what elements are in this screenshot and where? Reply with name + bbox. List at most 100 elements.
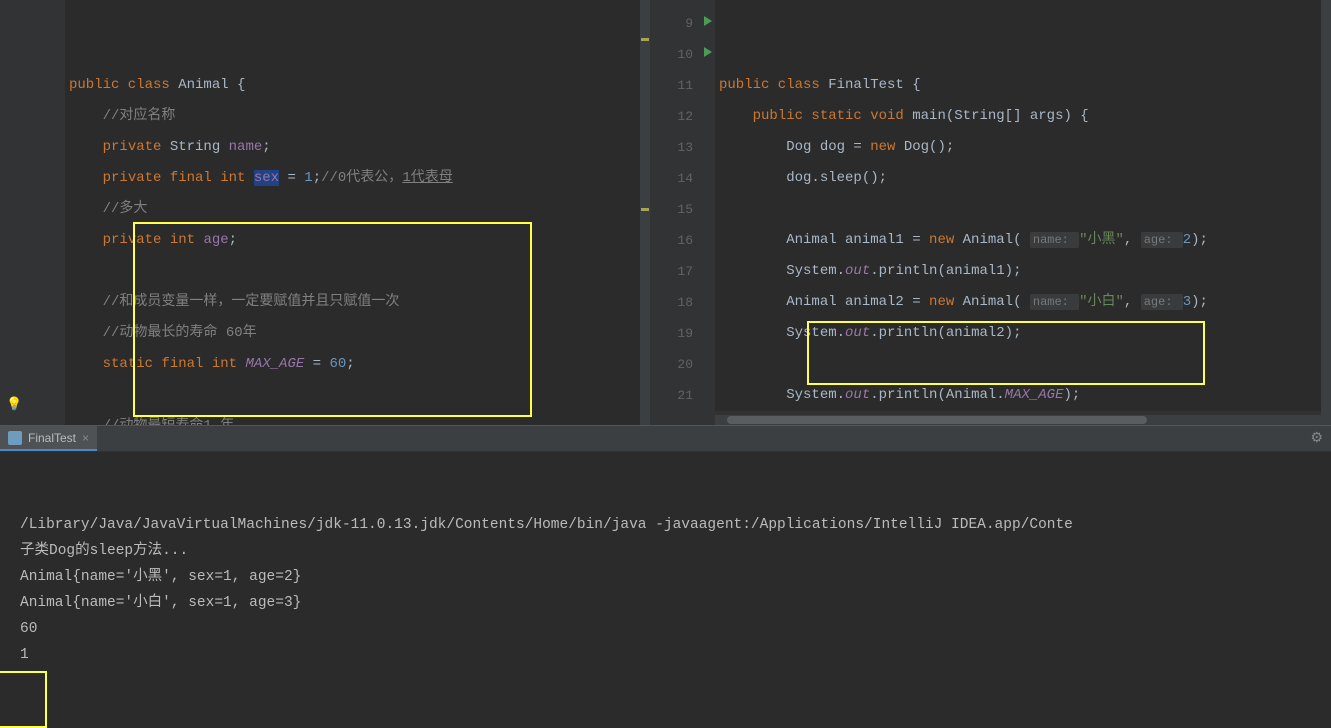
code-token: dog.sleep();: [719, 170, 887, 186]
code-token: .println(animal2);: [870, 325, 1021, 341]
code-line[interactable]: static final int MAX_AGE = 60;: [65, 349, 650, 380]
code-token: System.: [719, 387, 845, 403]
code-line[interactable]: private int age;: [65, 225, 650, 256]
gutter-line[interactable]: [0, 101, 65, 132]
code-line[interactable]: [65, 256, 650, 287]
code-token: [69, 356, 103, 372]
code-token: [69, 108, 103, 124]
code-token: String: [170, 139, 229, 155]
gutter-line[interactable]: 15: [650, 194, 715, 225]
code-line[interactable]: //动物最短寿命1 年: [65, 411, 650, 425]
right-code[interactable]: public class FinalTest { public static v…: [715, 0, 1331, 425]
scrollbar-left[interactable]: [640, 0, 650, 425]
left-code[interactable]: public class Animal { //对应名称 private Str…: [65, 0, 650, 425]
code-line[interactable]: [715, 194, 1331, 225]
editor-area: 💡 public class Animal { //对应名称 private S…: [0, 0, 1331, 425]
gutter-line[interactable]: [0, 132, 65, 163]
highlight-box-console: [0, 671, 47, 728]
code-token: ;: [313, 170, 321, 186]
code-line[interactable]: [715, 349, 1331, 380]
code-token: Dog();: [904, 139, 954, 155]
code-token: [69, 325, 103, 341]
code-line[interactable]: private String name;: [65, 132, 650, 163]
gutter-line[interactable]: [0, 194, 65, 225]
code-line[interactable]: //多大: [65, 194, 650, 225]
code-line[interactable]: Animal animal2 = new Animal( name: "小白",…: [715, 287, 1331, 318]
gutter-line[interactable]: 21: [650, 380, 715, 411]
left-gutter: 💡: [0, 0, 65, 425]
gutter-line[interactable]: [0, 163, 65, 194]
code-line[interactable]: public static void main(String[] args) {: [715, 101, 1331, 132]
code-token: private int: [103, 232, 204, 248]
code-token: .println(animal1);: [870, 263, 1021, 279]
code-token: System.: [719, 263, 845, 279]
gutter-line[interactable]: 9: [650, 8, 715, 39]
console-line: Animal{name='小白', sex=1, age=3}: [20, 590, 1311, 616]
code-token: age:: [1141, 294, 1183, 310]
code-line[interactable]: //对应名称: [65, 101, 650, 132]
code-token: Animal animal1 =: [719, 232, 929, 248]
gutter-line[interactable]: 17: [650, 256, 715, 287]
code-token: "小白": [1079, 294, 1124, 310]
code-token: Animal(: [963, 294, 1030, 310]
console-output[interactable]: /Library/Java/JavaVirtualMachines/jdk-11…: [0, 452, 1331, 728]
code-token: Animal {: [178, 77, 245, 93]
code-token: Animal(: [963, 232, 1030, 248]
gutter-line[interactable]: [0, 8, 65, 39]
code-token: 1代表母: [402, 170, 452, 186]
run-icon[interactable]: [704, 47, 712, 57]
close-icon[interactable]: ×: [82, 431, 89, 445]
gutter-line[interactable]: [0, 225, 65, 256]
code-line[interactable]: dog.sleep();: [715, 163, 1331, 194]
console-tab-finaltest[interactable]: FinalTest ×: [0, 426, 97, 451]
run-icon[interactable]: [704, 16, 712, 26]
gutter-line[interactable]: [0, 287, 65, 318]
code-token: [69, 201, 103, 217]
code-line[interactable]: System.out.println(Animal.MAX_AGE);: [715, 380, 1331, 411]
gutter-line[interactable]: 10: [650, 39, 715, 70]
hscroll-right[interactable]: [715, 415, 1331, 425]
gutter-line[interactable]: 💡: [0, 380, 65, 411]
editor-left-pane: 💡 public class Animal { //对应名称 private S…: [0, 0, 650, 425]
code-line[interactable]: private final int sex = 1;//0代表公，1代表母: [65, 163, 650, 194]
code-token: out: [845, 387, 870, 403]
code-token: private: [103, 139, 170, 155]
gutter-line[interactable]: 18: [650, 287, 715, 318]
code-line[interactable]: Animal animal1 = new Animal( name: "小黑",…: [715, 225, 1331, 256]
bulb-icon[interactable]: 💡: [6, 389, 22, 420]
code-token: main: [912, 108, 946, 124]
gutter-line[interactable]: 12: [650, 101, 715, 132]
gutter-line[interactable]: 13: [650, 132, 715, 163]
gear-icon[interactable]: ⚙: [1310, 430, 1323, 447]
gutter-line[interactable]: [0, 39, 65, 70]
code-token: 3: [1183, 294, 1191, 310]
code-token: (String[] args) {: [946, 108, 1089, 124]
gutter-line[interactable]: 16: [650, 225, 715, 256]
code-token: new: [929, 232, 963, 248]
code-token: [69, 418, 103, 425]
code-token: age:: [1141, 232, 1183, 248]
gutter-line[interactable]: [0, 318, 65, 349]
gutter-line[interactable]: [0, 349, 65, 380]
gutter-line[interactable]: 14: [650, 163, 715, 194]
code-line[interactable]: public class Animal {: [65, 70, 650, 101]
gutter-line[interactable]: 19: [650, 318, 715, 349]
code-token: =: [279, 170, 304, 186]
gutter-line[interactable]: 20: [650, 349, 715, 380]
code-line[interactable]: [65, 380, 650, 411]
code-line[interactable]: //动物最长的寿命 60年: [65, 318, 650, 349]
code-token: "小黑": [1079, 232, 1124, 248]
gutter-line[interactable]: 11: [650, 70, 715, 101]
code-line[interactable]: Dog dog = new Dog();: [715, 132, 1331, 163]
code-line[interactable]: //和成员变量一样，一定要赋值并且只赋值一次: [65, 287, 650, 318]
code-line[interactable]: System.out.println(animal1);: [715, 256, 1331, 287]
code-token: new: [870, 139, 904, 155]
code-token: sex: [254, 170, 279, 186]
scrollbar-right[interactable]: [1321, 0, 1331, 425]
code-line[interactable]: public class FinalTest {: [715, 70, 1331, 101]
gutter-line[interactable]: [0, 256, 65, 287]
code-token: public class: [719, 77, 828, 93]
console-line: 子类Dog的sleep方法...: [20, 538, 1311, 564]
code-line[interactable]: System.out.println(animal2);: [715, 318, 1331, 349]
gutter-line[interactable]: [0, 70, 65, 101]
